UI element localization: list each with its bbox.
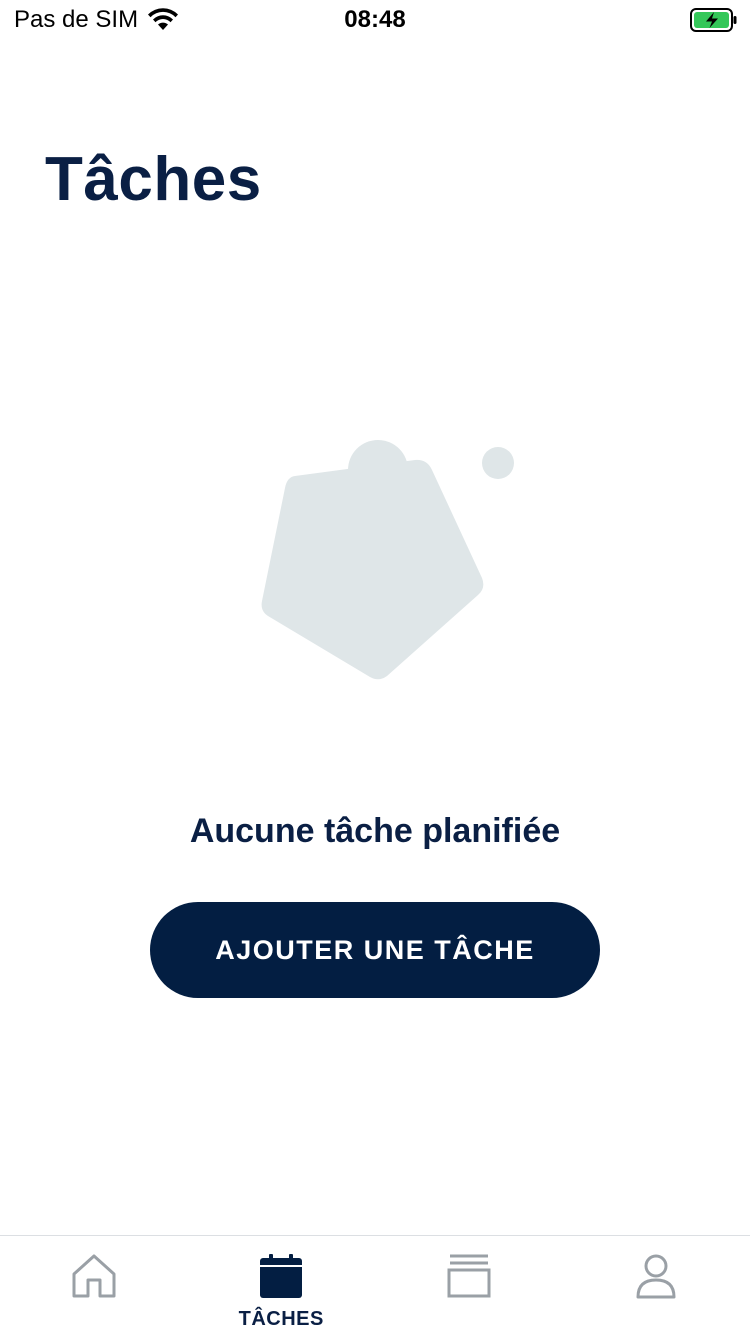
tasks-screen: Pas de SIM 08:48 Tâches Aucune tâche pla…	[0, 0, 750, 1334]
add-task-button[interactable]: AJOUTER UNE TÂCHE	[150, 902, 600, 998]
add-task-button-label: AJOUTER UNE TÂCHE	[215, 934, 535, 965]
tab-tasks[interactable]: TÂCHES	[188, 1236, 376, 1334]
tab-home[interactable]	[0, 1236, 188, 1334]
status-bar: Pas de SIM 08:48	[0, 0, 750, 40]
stack-icon	[447, 1254, 491, 1298]
tab-bar: TÂCHES	[0, 1235, 750, 1334]
battery-charging-icon	[690, 8, 737, 32]
empty-tasks-illustration	[261, 440, 514, 680]
clock: 08:48	[344, 6, 406, 33]
calendar-icon	[260, 1254, 303, 1298]
home-icon	[72, 1254, 116, 1298]
user-icon	[636, 1254, 676, 1299]
tab-documents[interactable]	[375, 1236, 563, 1334]
empty-state-message: Aucune tâche planifiée	[189, 812, 561, 850]
tab-tasks-label: TÂCHES	[238, 1308, 324, 1330]
tab-profile[interactable]	[563, 1236, 750, 1334]
page-title: Tâches	[45, 145, 262, 214]
